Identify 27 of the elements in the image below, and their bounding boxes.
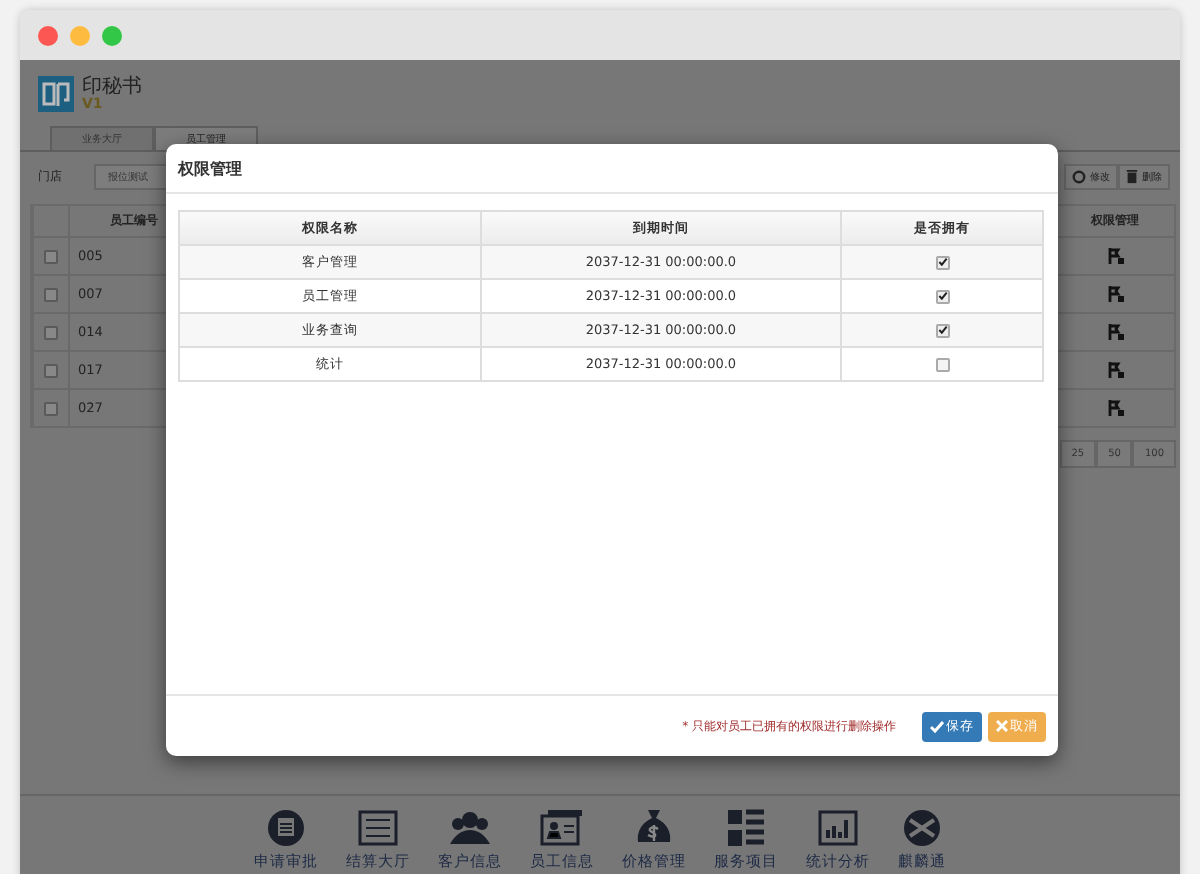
document-icon[interactable]: [264, 808, 308, 848]
trash-icon: [1126, 169, 1138, 183]
logo-text: 印秘书: [82, 77, 142, 97]
row-checkbox[interactable]: [44, 325, 58, 339]
grid-icon[interactable]: [724, 808, 768, 848]
permission-icon[interactable]: [1107, 248, 1123, 264]
permission-icon[interactable]: [1107, 362, 1123, 378]
row-checkbox[interactable]: [44, 249, 58, 263]
owned-checkbox[interactable]: [935, 255, 950, 269]
bar-chart-icon[interactable]: [816, 808, 860, 848]
money-bag-icon[interactable]: [632, 808, 676, 848]
permission-icon[interactable]: [1107, 400, 1123, 416]
list-icon[interactable]: [356, 808, 400, 848]
check-icon: [930, 719, 944, 733]
row-checkbox[interactable]: [44, 401, 58, 415]
logo-icon: [38, 76, 74, 112]
close-icon: [996, 720, 1008, 732]
people-icon[interactable]: [448, 808, 492, 848]
owned-checkbox[interactable]: [935, 357, 950, 371]
permission-icon[interactable]: [1107, 324, 1123, 340]
owned-checkbox[interactable]: [935, 289, 950, 303]
row-checkbox[interactable]: [44, 287, 58, 301]
owned-checkbox[interactable]: [935, 323, 950, 337]
id-card-icon[interactable]: [540, 808, 584, 848]
row-checkbox[interactable]: [44, 363, 58, 377]
close-button[interactable]: [38, 25, 58, 45]
permission-icon[interactable]: [1107, 286, 1123, 302]
